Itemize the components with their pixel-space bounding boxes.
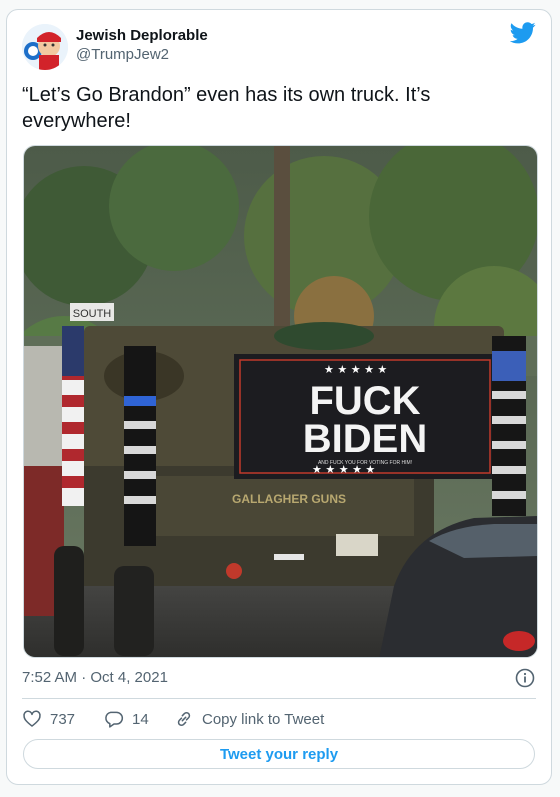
handle[interactable]: @TrumpJew2 bbox=[76, 45, 208, 64]
copy-link-label: Copy link to Tweet bbox=[202, 710, 325, 728]
reply-bubble-icon bbox=[105, 711, 124, 728]
author-names: Jewish Deplorable @TrumpJew2 bbox=[76, 26, 208, 64]
flag-right bbox=[492, 336, 526, 516]
thin-blue-line-flag bbox=[124, 346, 156, 546]
avatar[interactable] bbox=[22, 24, 68, 70]
banner-line2: BIDEN bbox=[303, 417, 427, 461]
street-sign-text: SOUTH bbox=[73, 308, 112, 320]
info-icon[interactable] bbox=[515, 668, 535, 688]
svg-text:★ ★ ★ ★ ★: ★ ★ ★ ★ ★ bbox=[324, 363, 387, 376]
tweet-timestamp[interactable]: 7:52 AM · Oct 4, 2021 bbox=[22, 669, 168, 686]
reply-count: 14 bbox=[132, 710, 149, 728]
avatar-image bbox=[22, 24, 68, 70]
tweet-your-reply-button[interactable]: Tweet your reply bbox=[23, 739, 535, 769]
tweet-header: Jewish Deplorable @TrumpJew2 bbox=[22, 22, 536, 70]
twitter-bird-icon[interactable] bbox=[510, 22, 536, 44]
truck-photo: SOUTH GALLAGHER GUNS ★ ★ ★ ★ ★ FUCK BIDE… bbox=[24, 146, 537, 657]
tweet-card[interactable]: Jewish Deplorable @TrumpJew2 “Let’s Go B… bbox=[6, 9, 552, 785]
heart-icon bbox=[23, 710, 41, 727]
tailgate-text: GALLAGHER GUNS bbox=[232, 492, 346, 506]
copy-link-button[interactable]: Copy link to Tweet bbox=[174, 709, 324, 729]
american-flag-left bbox=[62, 326, 84, 506]
divider bbox=[22, 698, 536, 699]
license-plate bbox=[336, 534, 378, 556]
link-icon bbox=[177, 711, 191, 727]
like-count: 737 bbox=[50, 710, 76, 728]
tweet-photo[interactable]: SOUTH GALLAGHER GUNS ★ ★ ★ ★ ★ FUCK BIDE… bbox=[23, 145, 538, 658]
display-name[interactable]: Jewish Deplorable bbox=[76, 26, 208, 45]
reply-count-button[interactable]: 14 bbox=[104, 709, 149, 729]
like-button[interactable]: 737 bbox=[22, 709, 75, 729]
tweet-text: “Let’s Go Brandon” even has its own truc… bbox=[22, 84, 431, 132]
svg-text:★ ★ ★ ★ ★: ★ ★ ★ ★ ★ bbox=[312, 463, 375, 476]
